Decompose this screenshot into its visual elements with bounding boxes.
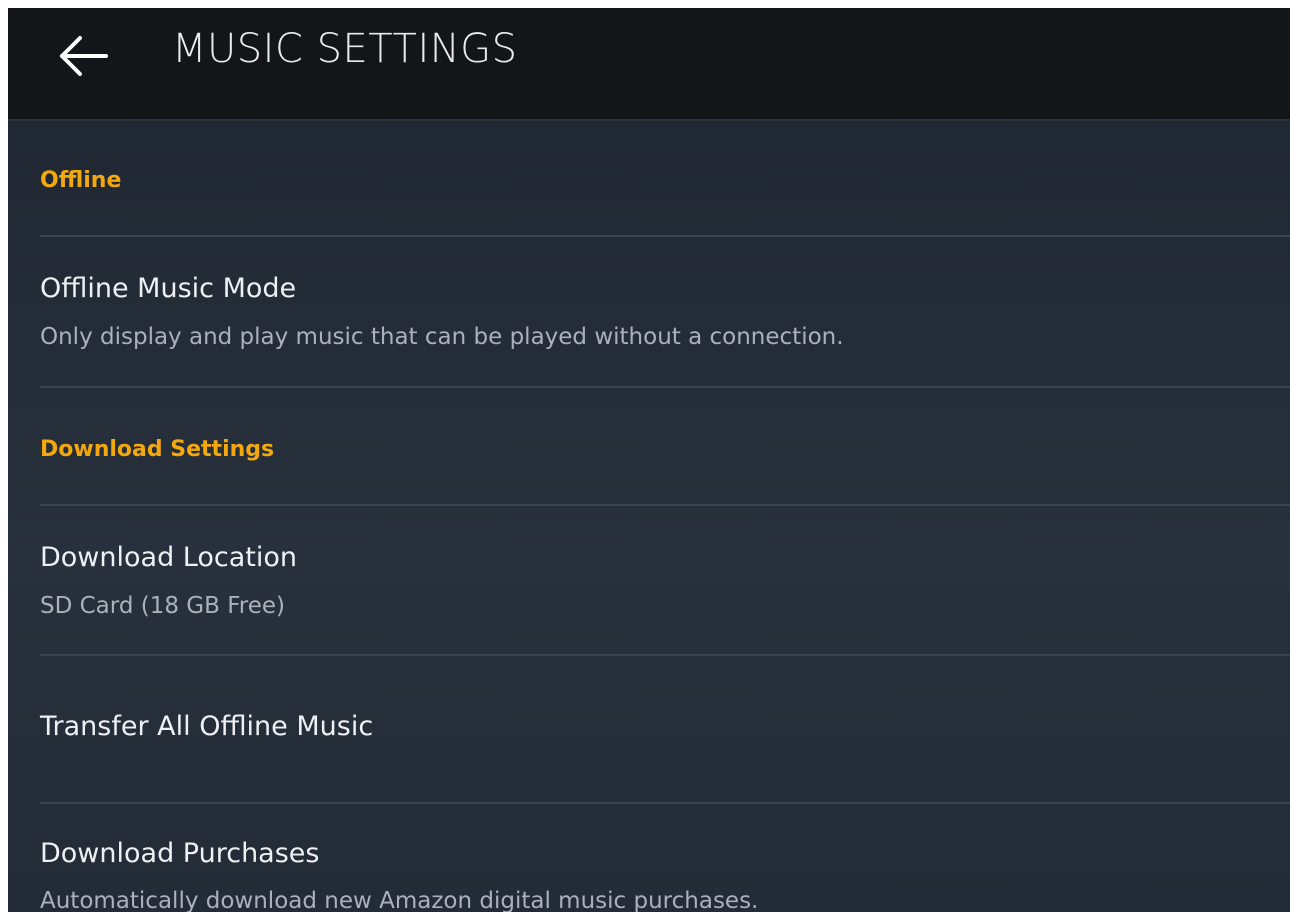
- section-header-offline: Offline: [40, 168, 122, 193]
- app-bar: MUSIC SETTINGS: [8, 8, 1290, 121]
- setting-title: Offline Music Mode: [40, 273, 297, 304]
- setting-title: Transfer All Offline Music: [40, 711, 374, 742]
- setting-subtitle: SD Card (18 GB Free): [40, 593, 285, 619]
- setting-subtitle: Only display and play music that can be …: [40, 324, 844, 350]
- setting-transfer-all-offline-music[interactable]: Transfer All Offline Music: [8, 656, 1290, 802]
- back-button[interactable]: [52, 30, 116, 82]
- setting-offline-music-mode[interactable]: Offline Music Mode Only display and play…: [8, 237, 1290, 387]
- settings-screen: MUSIC SETTINGS Offline Offline Music Mod…: [8, 8, 1290, 912]
- setting-subtitle: Automatically download new Amazon digita…: [40, 888, 759, 912]
- setting-download-purchases[interactable]: Download Purchases Automatically downloa…: [8, 804, 1290, 912]
- setting-title: Download Purchases: [40, 838, 320, 869]
- page-title: MUSIC SETTINGS: [172, 26, 518, 72]
- setting-title: Download Location: [40, 542, 297, 573]
- divider: [40, 386, 1290, 388]
- section-header-download-settings: Download Settings: [40, 437, 275, 462]
- setting-download-location[interactable]: Download Location SD Card (18 GB Free): [8, 506, 1290, 654]
- back-arrow-icon: [60, 36, 108, 76]
